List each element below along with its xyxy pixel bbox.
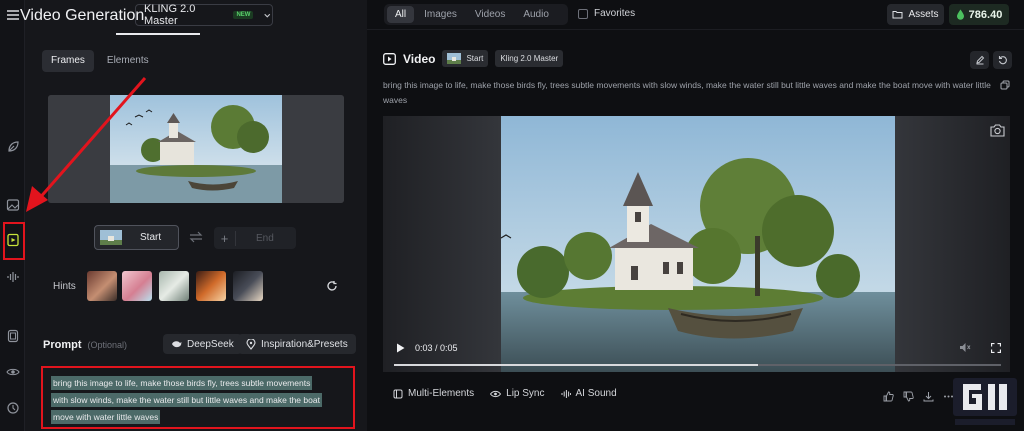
favorites-label: Favorites	[594, 8, 636, 19]
frame-tabs: Frames Elements	[42, 50, 158, 72]
prompt-textarea[interactable]: bring this image to life, make those bir…	[41, 366, 355, 429]
prompt-header: Prompt (Optional)	[43, 339, 127, 351]
edit-button[interactable]	[970, 51, 989, 69]
history-icon[interactable]	[4, 399, 21, 416]
leaf-icon[interactable]	[4, 138, 21, 155]
video-prompt-text: bring this image to life, make those bir…	[383, 80, 991, 105]
end-label: End	[256, 232, 274, 244]
bottom-tools: Multi-Elements Lip Sync AI Sound	[383, 388, 617, 399]
prompt-label: Prompt	[43, 339, 82, 351]
swap-icon[interactable]	[189, 231, 203, 246]
page-title: Video Generation	[20, 7, 145, 24]
undo-icon	[998, 56, 1007, 65]
sound-wave-icon	[561, 389, 571, 398]
watermark-logo	[953, 378, 1017, 425]
model-name: KLING 2.0 Master	[144, 3, 196, 27]
multi-elements-icon	[393, 389, 403, 398]
deepseek-button[interactable]: DeepSeek	[163, 334, 242, 354]
filter-tabs: All Images Videos Audio	[384, 4, 568, 25]
hint-thumb-5[interactable]	[233, 271, 263, 301]
thumbs-up-icon[interactable]	[883, 391, 894, 402]
start-frame-thumbnail	[100, 230, 122, 245]
refresh-icon[interactable]	[326, 280, 338, 295]
hint-thumb-2[interactable]	[122, 271, 152, 301]
filter-images[interactable]: Images	[416, 6, 465, 23]
location-pin-icon	[246, 338, 256, 350]
model-chip: Kling 2.0 Master	[495, 50, 564, 67]
multi-elements-label: Multi-Elements	[408, 388, 475, 399]
hint-thumb-3[interactable]	[159, 271, 189, 301]
whale-icon	[172, 341, 182, 348]
tab-elements[interactable]: Elements	[98, 50, 158, 72]
favorites-checkbox[interactable]	[578, 8, 588, 19]
credit-drop-icon	[956, 9, 964, 20]
fullscreen-icon[interactable]	[990, 342, 1002, 356]
new-badge: NEW	[233, 11, 254, 19]
annotation-arrow	[26, 77, 147, 212]
assets-label: Assets	[908, 9, 939, 20]
credits-balance[interactable]: 786.40	[949, 4, 1009, 25]
video-title: Video	[403, 51, 436, 66]
video-header: Video Start Kling 2.0 Master	[383, 50, 564, 67]
favorites-toggle[interactable]: Favorites	[578, 8, 635, 19]
model-dropdown[interactable]: KLING 2.0 Master NEW	[135, 3, 273, 27]
prompt-line-3: move with water little waves	[51, 410, 161, 424]
start-frame-slot[interactable]: Start	[94, 225, 179, 250]
image-icon[interactable]	[4, 196, 21, 213]
eye-icon[interactable]	[4, 363, 21, 380]
credits-value: 786.40	[968, 8, 1003, 21]
tab-frames[interactable]: Frames	[42, 50, 94, 72]
highlight-box-rail	[3, 222, 25, 260]
deepseek-label: DeepSeek	[187, 338, 234, 350]
video-frame	[383, 116, 1010, 372]
start-label: Start	[140, 232, 162, 243]
progress-bar[interactable]	[394, 364, 1001, 366]
end-frame-slot[interactable]: + End	[214, 227, 296, 249]
assets-button[interactable]: Assets	[887, 4, 944, 25]
lip-sync-label: Lip Sync	[506, 388, 545, 399]
ai-sound-button[interactable]: AI Sound	[561, 388, 617, 399]
folder-icon	[892, 11, 903, 19]
frame-icon[interactable]	[4, 327, 21, 344]
mute-icon[interactable]	[959, 342, 971, 356]
regenerate-button[interactable]	[993, 51, 1012, 69]
prompt-line-1: bring this image to life, make those bir…	[51, 376, 313, 390]
header-underline	[116, 33, 200, 35]
filter-all[interactable]: All	[387, 6, 415, 23]
video-icon	[383, 52, 396, 65]
hints-label: Hints	[53, 281, 76, 292]
play-icon[interactable]	[396, 343, 405, 356]
prompt-line-2: with slow winds, make the water still bu…	[51, 393, 322, 407]
hint-thumb-1[interactable]	[87, 271, 117, 301]
audio-wave-icon[interactable]	[4, 268, 21, 285]
start-chip-label: Start	[466, 54, 484, 63]
inspiration-presets-button[interactable]: Inspiration&Presets	[238, 334, 356, 354]
plus-icon: +	[214, 230, 236, 246]
lips-icon	[490, 390, 502, 397]
progress-fill	[394, 364, 759, 366]
snapshot-icon[interactable]	[990, 124, 1005, 140]
left-rail	[0, 0, 25, 431]
hint-thumb-4[interactable]	[196, 271, 226, 301]
download-icon[interactable]	[923, 391, 934, 402]
start-chip[interactable]: Start	[442, 50, 489, 67]
prompt-optional: (Optional)	[87, 340, 128, 350]
filter-audio[interactable]: Audio	[515, 6, 557, 23]
inspiration-label: Inspiration&Presets	[261, 338, 348, 350]
pencil-icon	[975, 55, 984, 65]
thumbs-down-icon[interactable]	[903, 391, 914, 402]
feedback-actions	[883, 391, 954, 402]
ai-sound-label: AI Sound	[575, 388, 617, 399]
time-readout: 0:03 / 0:05	[415, 343, 458, 353]
video-player[interactable]	[383, 116, 1010, 372]
chevron-down-icon	[264, 13, 271, 18]
menu-icon[interactable]	[4, 6, 21, 23]
multi-elements-button[interactable]: Multi-Elements	[393, 388, 474, 399]
lip-sync-button[interactable]: Lip Sync	[490, 388, 545, 399]
filter-videos[interactable]: Videos	[467, 6, 513, 23]
model-chip-label: Kling 2.0 Master	[500, 54, 559, 63]
start-chip-thumbnail	[447, 53, 462, 64]
copy-icon[interactable]	[1000, 80, 1010, 93]
